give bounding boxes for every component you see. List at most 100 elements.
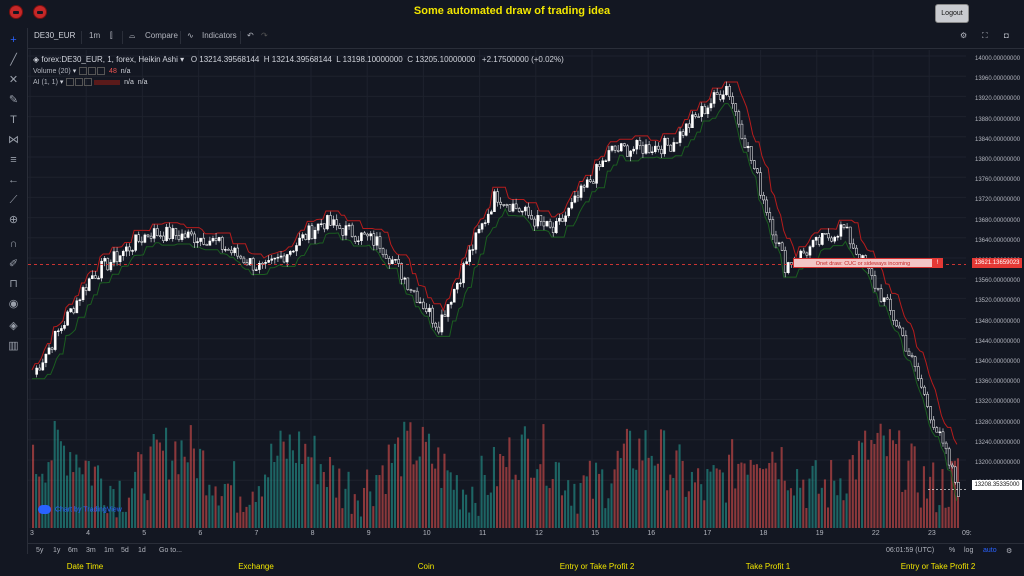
volume-label[interactable]: Volume (20) (33, 68, 71, 75)
candle-body (913, 356, 917, 367)
candle-body (440, 314, 444, 333)
eye-icon[interactable]: ◉ (7, 298, 20, 311)
series-title[interactable]: forex:DE30_EUR, 1, forex, Heikin Ashi (41, 55, 178, 64)
time-axis-label: 17 (703, 530, 712, 537)
range-5y[interactable]: 5y (36, 547, 43, 554)
magnet-icon[interactable]: ∩ (7, 238, 20, 251)
volume-bar (551, 478, 554, 528)
volume-bar (192, 448, 195, 528)
compare-button[interactable]: Compare (145, 31, 178, 40)
volume-bar (492, 446, 495, 528)
interval-button[interactable]: 1m (89, 31, 100, 40)
candle-body (254, 269, 258, 271)
volume-bar (666, 490, 669, 528)
pattern-tool-icon[interactable]: ⋈ (7, 134, 20, 147)
range-1m[interactable]: 1m (104, 547, 114, 554)
range-1y[interactable]: 1y (53, 547, 60, 554)
time-axis-label: 4 (86, 530, 91, 537)
candle-body (508, 204, 512, 212)
range-3m[interactable]: 3m (86, 547, 96, 554)
legend-toggle-icon[interactable] (66, 78, 75, 87)
volume-bar (854, 479, 857, 528)
settings-gear-icon[interactable]: ⚙ (960, 31, 967, 40)
candle-body (360, 232, 363, 241)
price-chart[interactable] (28, 50, 968, 528)
candle-body (270, 258, 274, 261)
lock-icon[interactable]: ⊓ (7, 278, 20, 291)
volume-bar (700, 484, 703, 528)
tradingview-watermark[interactable]: Chart by TradingView (38, 505, 122, 514)
back-arrow-icon[interactable]: ← (7, 174, 20, 187)
volume-bar (294, 462, 298, 528)
indicators-button[interactable]: Indicators (202, 31, 237, 40)
candle-body (511, 203, 515, 212)
chart-type-icon[interactable]: ⫿ (110, 31, 113, 41)
volume-bar (570, 505, 573, 528)
brush-icon[interactable]: ✎ (7, 94, 20, 107)
legend-settings-icon[interactable] (75, 78, 84, 87)
volume-bar (870, 439, 873, 528)
log-toggle[interactable]: log (964, 547, 973, 554)
volume-bar (629, 430, 632, 528)
range-6m[interactable]: 6m (68, 547, 78, 554)
undo-icon[interactable]: ↶ (247, 31, 254, 40)
crosshair-icon[interactable]: + (7, 34, 20, 47)
utc-clock[interactable]: 06:01:59 (UTC) (886, 547, 934, 554)
goto-button[interactable]: Go to... (159, 547, 182, 554)
prediction-tool-icon[interactable]: ≡ (7, 154, 20, 167)
volume-bar (514, 474, 517, 528)
auto-toggle[interactable]: auto (983, 547, 997, 554)
lock-drawings-icon[interactable]: ✐ (7, 258, 20, 271)
volume-bar (752, 464, 755, 528)
candle-body (604, 160, 608, 162)
ai-label[interactable]: AI (1, 1) (33, 79, 58, 86)
legend-settings-icon[interactable] (88, 67, 97, 76)
volume-bar (737, 463, 740, 528)
volume-bar (205, 495, 208, 528)
redo-icon[interactable]: ↷ (261, 31, 268, 40)
volume-bar (372, 506, 375, 528)
legend-close-icon[interactable] (84, 78, 93, 87)
percent-toggle[interactable]: % (949, 547, 955, 554)
candle-body (94, 275, 97, 279)
candle-body (740, 123, 744, 139)
symbol-search[interactable]: DE30_EUR (34, 31, 75, 40)
trash-icon[interactable]: ▥ (7, 340, 20, 353)
legend-eye-icon[interactable]: ◈ (33, 55, 39, 64)
candle-body (517, 208, 521, 212)
volume-bar (811, 465, 814, 528)
volume-bar (656, 463, 659, 528)
fib-tool-icon[interactable]: ✕ (7, 74, 20, 87)
axis-settings-gear-icon[interactable]: ⚙ (1006, 547, 1012, 555)
logout-button[interactable]: Logout (935, 4, 969, 23)
time-axis-label: 9 (366, 530, 371, 537)
layers-icon[interactable]: ◈ (7, 320, 20, 333)
zoom-in-icon[interactable]: ⊕ (7, 214, 20, 227)
candle-body (267, 260, 270, 263)
candle-body (749, 146, 753, 161)
candle-body (629, 150, 632, 157)
volume-bar (393, 443, 397, 528)
price-axis-label: 13720.00000000 (975, 197, 1021, 204)
volume-bar (226, 483, 229, 528)
volume-bar (783, 480, 786, 528)
fullscreen-icon[interactable]: ⛶ (982, 31, 988, 41)
volume-bar (721, 472, 724, 528)
legend-close-icon[interactable] (97, 67, 106, 76)
candle-body (397, 259, 400, 264)
candle-body (539, 215, 543, 222)
legend-toggle-icon[interactable] (79, 67, 88, 76)
volume-bar (50, 460, 53, 528)
candle-body (694, 114, 697, 117)
candle-body (916, 366, 920, 379)
snapshot-camera-icon[interactable]: ◘ (1004, 31, 1009, 40)
trading-idea-note[interactable]: Onet draw: CUC or sideways incoming (793, 258, 933, 268)
range-5d[interactable]: 5d (121, 547, 129, 554)
trend-line-icon[interactable]: ╱ (7, 54, 20, 67)
candle-body (610, 145, 614, 151)
ruler-icon[interactable]: ⟋ (7, 194, 20, 207)
note-alert-marker[interactable]: ! (932, 258, 943, 268)
range-1d[interactable]: 1d (138, 547, 146, 554)
text-tool-icon[interactable]: T (7, 114, 20, 127)
candle-body (186, 231, 190, 238)
